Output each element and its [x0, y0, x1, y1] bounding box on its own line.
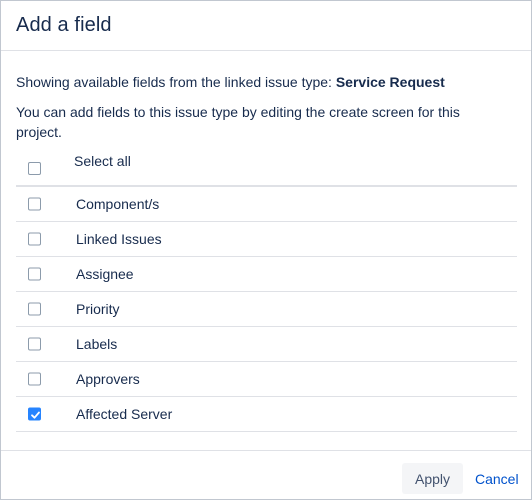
field-label: Priority [76, 301, 120, 317]
apply-button[interactable]: Apply [402, 463, 463, 494]
field-checkbox[interactable] [28, 302, 41, 316]
field-label: Labels [76, 336, 118, 352]
cancel-button[interactable]: Cancel [469, 463, 521, 494]
field-row[interactable]: Linked Issues [16, 222, 517, 257]
field-checkbox[interactable] [28, 267, 41, 281]
select-all-checkbox[interactable] [28, 162, 41, 175]
field-label: Approvers [76, 371, 140, 387]
issue-type-name: Service Request [335, 74, 445, 90]
info-prefix: Showing available fields from the linked… [16, 74, 336, 90]
checkmark-icon [31, 411, 40, 419]
field-label: Assignee [76, 266, 134, 282]
field-checkbox[interactable] [28, 407, 41, 421]
field-row[interactable]: Assignee [16, 257, 517, 292]
select-all-label: Select all [74, 153, 131, 169]
dialog-header: Add a field [1, 1, 531, 51]
field-row[interactable]: Component/s [16, 187, 517, 222]
field-row[interactable]: Approvers [16, 362, 517, 397]
field-row[interactable]: Priority [16, 292, 517, 327]
field-label: Affected Server [76, 406, 173, 422]
select-all-row[interactable]: Select all [16, 150, 517, 187]
field-list: Component/s Linked Issues Assignee Priority… [16, 187, 517, 432]
field-checkbox[interactable] [28, 197, 41, 211]
edit-screen-info: You can add fields to this issue type by… [16, 104, 460, 140]
field-label: Component/s [76, 196, 160, 212]
dialog-footer: Apply Cancel [1, 450, 531, 499]
field-checkbox[interactable] [28, 232, 41, 246]
field-checkbox[interactable] [28, 372, 41, 386]
linked-issue-type-info: Showing available fields from the linked… [16, 72, 445, 92]
add-field-dialog: Add a field Showing available fields fro… [0, 0, 532, 500]
dialog-title: Add a field [16, 14, 112, 36]
field-row[interactable]: Labels [16, 327, 517, 362]
field-row[interactable]: Affected Server [16, 397, 517, 432]
field-label: Linked Issues [76, 231, 162, 247]
field-checkbox[interactable] [28, 337, 41, 351]
dialog-body: Showing available fields from the linked… [1, 52, 531, 452]
